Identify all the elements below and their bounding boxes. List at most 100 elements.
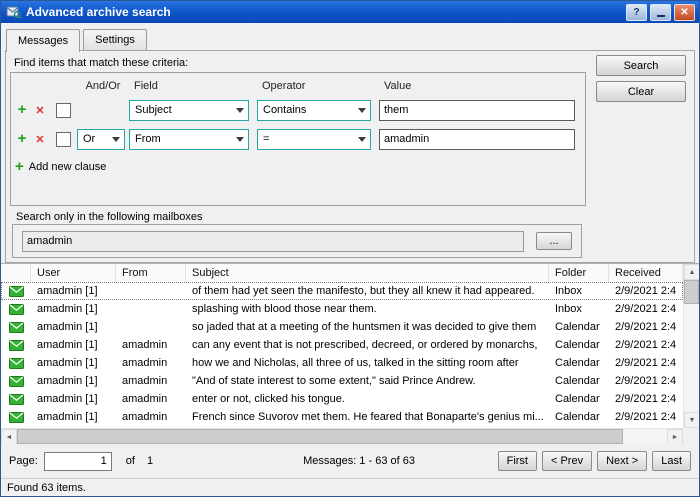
scrollbar-corner — [683, 428, 699, 444]
cell-user: amadmin [1] — [31, 321, 116, 333]
tab-messages[interactable]: Messages — [6, 29, 80, 52]
help-button[interactable]: ? — [626, 4, 647, 21]
table-row[interactable]: amadmin [1] amadmin how we and Nicholas,… — [1, 354, 683, 372]
next-button[interactable]: Next > — [597, 451, 647, 471]
horizontal-scroll-thumb[interactable] — [17, 429, 623, 444]
operator-select[interactable]: Contains — [257, 100, 371, 121]
last-button[interactable]: Last — [652, 451, 691, 471]
mail-icon — [1, 322, 31, 333]
tab-settings[interactable]: Settings — [83, 29, 147, 50]
criteria-checkbox[interactable] — [56, 103, 71, 118]
cell-folder: Calendar — [549, 321, 609, 333]
vertical-scrollbar[interactable]: ▲ ▼ — [683, 264, 699, 428]
mailboxes-box: ... — [12, 224, 582, 258]
column-label-andor: And/Or — [77, 80, 129, 92]
delete-criteria-icon[interactable]: ✕ — [31, 104, 49, 117]
chevron-down-icon — [236, 108, 244, 113]
cell-folder: Calendar — [549, 339, 609, 351]
mail-icon — [1, 286, 31, 297]
of-label: of — [126, 455, 135, 467]
tab-settings-label: Settings — [95, 34, 135, 46]
app-icon — [6, 4, 22, 20]
cell-subject: can any event that is not prescribed, de… — [186, 339, 549, 351]
table-row[interactable]: amadmin [1] amadmin "And of state intere… — [1, 372, 683, 390]
add-new-clause-link[interactable]: + Add new clause — [15, 160, 585, 174]
messages-tab-panel: Find items that match these criteria: An… — [5, 50, 695, 263]
cell-received: 2/9/2021 2:4 — [609, 357, 683, 369]
table-row[interactable]: amadmin [1] so jaded that at a meeting o… — [1, 318, 683, 336]
cell-received: 2/9/2021 2:4 — [609, 339, 683, 351]
cell-received: 2/9/2021 2:4 — [609, 375, 683, 387]
results-panel: User From Subject Folder Received amadmi… — [1, 263, 699, 444]
mail-icon — [1, 304, 31, 315]
title-bar[interactable]: Advanced archive search ? ✕ — [1, 1, 699, 23]
clear-button[interactable]: Clear — [596, 81, 686, 102]
criteria-checkbox[interactable] — [56, 132, 71, 147]
header-received[interactable]: Received — [609, 264, 683, 282]
status-text: Found 63 items. — [7, 482, 86, 494]
cell-received: 2/9/2021 2:4 — [609, 285, 683, 297]
cell-user: amadmin [1] — [31, 357, 116, 369]
mailboxes-group-label: Search only in the following mailboxes — [16, 211, 203, 223]
page-input[interactable] — [44, 452, 112, 471]
criteria-row-1: + ✕ Subject Contains — [13, 98, 585, 122]
messages-count: Messages: 1 - 63 of 63 — [303, 455, 415, 467]
mail-icon — [1, 340, 31, 351]
table-row[interactable]: amadmin [1] of them had yet seen the man… — [1, 282, 683, 300]
column-label-field: Field — [129, 80, 249, 92]
cell-folder: Calendar — [549, 375, 609, 387]
prev-button[interactable]: < Prev — [542, 451, 592, 471]
header-from[interactable]: From — [116, 264, 186, 282]
chevron-down-icon — [358, 137, 366, 142]
value-input[interactable] — [379, 100, 575, 121]
cell-subject: splashing with blood those near them. — [186, 303, 549, 315]
window-title: Advanced archive search — [26, 5, 623, 19]
page-label: Page: — [9, 455, 38, 467]
cell-received: 2/9/2021 2:4 — [609, 303, 683, 315]
add-criteria-icon[interactable]: + — [13, 103, 31, 117]
tab-strip: Messages Settings — [6, 29, 150, 51]
add-criteria-icon[interactable]: + — [13, 132, 31, 146]
delete-criteria-icon[interactable]: ✕ — [31, 133, 49, 146]
first-button[interactable]: First — [498, 451, 537, 471]
cell-subject: so jaded that at a meeting of the huntsm… — [186, 321, 549, 333]
header-subject[interactable]: Subject — [186, 264, 549, 282]
scroll-down-icon[interactable]: ▼ — [684, 412, 700, 428]
cell-from: amadmin — [116, 357, 186, 369]
cell-received: 2/9/2021 2:4 — [609, 321, 683, 333]
cell-folder: Inbox — [549, 303, 609, 315]
results-header: User From Subject Folder Received — [1, 264, 683, 283]
cell-subject: enter or not, clicked his tongue. — [186, 393, 549, 405]
andor-select[interactable]: Or — [77, 129, 125, 150]
scroll-left-icon[interactable]: ◄ — [1, 429, 17, 445]
horizontal-scrollbar[interactable]: ◄ ► — [1, 428, 683, 444]
mailboxes-input[interactable] — [22, 231, 524, 252]
table-row[interactable]: amadmin [1] splashing with blood those n… — [1, 300, 683, 318]
mail-icon — [1, 394, 31, 405]
table-row[interactable]: amadmin [1] amadmin enter or not, clicke… — [1, 390, 683, 408]
cell-user: amadmin [1] — [31, 303, 116, 315]
chevron-down-icon — [236, 137, 244, 142]
table-row[interactable]: amadmin [1] amadmin can any event that i… — [1, 336, 683, 354]
search-button[interactable]: Search — [596, 55, 686, 76]
table-row[interactable]: amadmin [1] amadmin French since Suvorov… — [1, 408, 683, 426]
scroll-up-icon[interactable]: ▲ — [684, 264, 700, 280]
field-select[interactable]: From — [129, 129, 249, 150]
close-button[interactable]: ✕ — [674, 4, 695, 21]
add-clause-label: Add new clause — [29, 161, 107, 173]
browse-button[interactable]: ... — [536, 232, 572, 250]
value-input[interactable] — [379, 129, 575, 150]
vertical-scroll-thumb[interactable] — [684, 280, 699, 304]
chevron-down-icon — [358, 108, 366, 113]
cell-from: amadmin — [116, 393, 186, 405]
cell-folder: Calendar — [549, 357, 609, 369]
cell-user: amadmin [1] — [31, 375, 116, 387]
header-folder[interactable]: Folder — [549, 264, 609, 282]
scroll-right-icon[interactable]: ► — [667, 429, 683, 445]
header-user[interactable]: User — [31, 264, 116, 282]
minimize-button[interactable] — [650, 4, 671, 21]
tab-messages-label: Messages — [18, 35, 68, 47]
operator-select[interactable]: = — [257, 129, 371, 150]
results-body: amadmin [1] of them had yet seen the man… — [1, 282, 683, 428]
field-select[interactable]: Subject — [129, 100, 249, 121]
